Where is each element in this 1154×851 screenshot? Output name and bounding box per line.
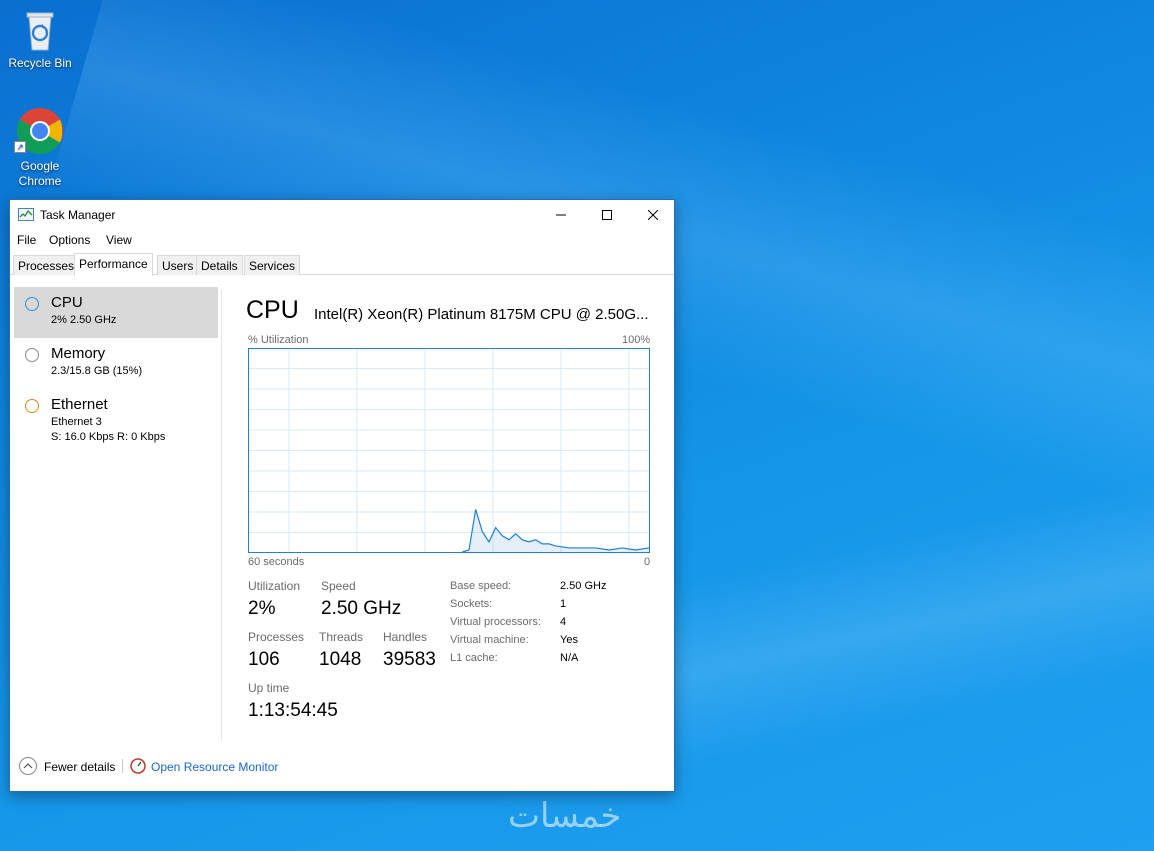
recycle-bin-icon <box>22 8 58 52</box>
threads-label: Threads <box>319 630 364 644</box>
minimize-button[interactable] <box>538 200 584 230</box>
tab-details[interactable]: Details <box>196 255 243 275</box>
tab-processes[interactable]: Processes <box>13 255 80 275</box>
sockets-label: Sockets: <box>450 598 493 610</box>
fewer-details-label: Fewer details <box>44 760 116 774</box>
menu-bar: File Options View <box>10 230 674 250</box>
processes-label: Processes <box>248 630 305 644</box>
chevron-up-circle-icon <box>19 757 37 775</box>
desktop-icon-label-line2: Chrome <box>18 174 62 188</box>
close-button[interactable] <box>630 200 676 230</box>
task-manager-icon <box>18 208 34 221</box>
graph-x-right-label: 0 <box>644 556 651 568</box>
maximize-icon <box>602 210 612 220</box>
footer-bar: Fewer details Open Resource Monitor <box>10 755 674 779</box>
sidebar-item-label: Memory <box>51 345 106 362</box>
graph-y-max-label: 100% <box>622 334 651 346</box>
window-title: Task Manager <box>40 208 116 222</box>
sidebar-item-label: Ethernet <box>51 396 108 413</box>
minimize-icon <box>556 214 566 216</box>
resource-sidebar: CPU 2% 2.50 GHz Memory 2.3/15.8 GB (15%)… <box>14 287 218 449</box>
virtual-machine-label: Virtual machine: <box>450 634 529 646</box>
desktop-icon-google-chrome[interactable]: ↗ Google Chrome <box>5 107 75 189</box>
cpu-utilization-graph <box>248 348 650 553</box>
close-icon <box>648 210 658 220</box>
base-speed-label: Base speed: <box>450 580 512 592</box>
maximize-button[interactable] <box>584 200 630 230</box>
graph-x-left-label: 60 seconds <box>248 556 305 568</box>
sidebar-item-memory[interactable]: Memory 2.3/15.8 GB (15%) <box>14 338 218 389</box>
sidebar-item-detail: Ethernet 3 <box>51 416 102 428</box>
utilization-label: Utilization <box>248 579 301 593</box>
pane-divider[interactable] <box>221 290 222 740</box>
menu-file[interactable]: File <box>17 233 36 247</box>
uptime-label: Up time <box>248 681 290 695</box>
sidebar-item-label: CPU <box>51 294 83 311</box>
footer-separator <box>122 759 123 773</box>
sockets-value: 1 <box>560 598 567 610</box>
sidebar-item-ethernet[interactable]: Ethernet Ethernet 3 S: 16.0 Kbps R: 0 Kb… <box>14 389 218 449</box>
desktop-icon-label: Recycle Bin <box>8 56 72 70</box>
l1-cache-value: N/A <box>560 652 579 664</box>
resource-monitor-icon <box>130 758 146 774</box>
cpu-graph-thumbnail-icon <box>25 297 39 311</box>
uptime-value: 1:13:54:45 <box>248 700 338 721</box>
threads-value: 1048 <box>319 649 362 670</box>
speed-label: Speed <box>321 579 356 593</box>
chrome-icon: ↗ <box>14 107 64 155</box>
virtual-processors-value: 4 <box>560 616 567 628</box>
desktop-icon-label-line1: Google <box>20 159 60 173</box>
fewer-details-button[interactable]: Fewer details <box>10 755 118 779</box>
open-resource-monitor-link[interactable]: Open Resource Monitor <box>151 760 278 774</box>
menu-options[interactable]: Options <box>49 233 90 247</box>
tab-users[interactable]: Users <box>157 255 199 275</box>
sidebar-item-throughput: S: 16.0 Kbps R: 0 Kbps <box>51 431 166 443</box>
handles-value: 39583 <box>383 649 436 670</box>
menu-view[interactable]: View <box>106 233 132 247</box>
graph-y-label: % Utilization <box>248 334 309 346</box>
l1-cache-label: L1 cache: <box>450 652 498 664</box>
page-title: CPU <box>246 296 299 324</box>
ethernet-graph-thumbnail-icon <box>25 399 39 413</box>
tab-strip: Processes Performance Users Details Serv… <box>10 253 674 276</box>
cpu-model-name: Intel(R) Xeon(R) Platinum 8175M CPU @ 2.… <box>314 306 649 323</box>
task-manager-window: Task Manager File Options View Processes… <box>9 199 675 792</box>
virtual-machine-value: Yes <box>560 634 578 646</box>
desktop-icon-recycle-bin[interactable]: Recycle Bin <box>5 8 75 71</box>
shortcut-arrow-icon: ↗ <box>14 141 26 153</box>
sidebar-item-detail: 2% 2.50 GHz <box>51 314 117 326</box>
tab-services[interactable]: Services <box>244 255 301 275</box>
watermark-logo: خمسات <box>508 796 622 836</box>
sidebar-item-detail: 2.3/15.8 GB (15%) <box>51 365 143 377</box>
handles-label: Handles <box>383 630 428 644</box>
title-bar[interactable]: Task Manager <box>10 200 674 230</box>
sidebar-item-cpu[interactable]: CPU 2% 2.50 GHz <box>14 287 218 338</box>
processes-value: 106 <box>248 649 280 670</box>
tab-performance[interactable]: Performance <box>74 253 153 276</box>
base-speed-value: 2.50 GHz <box>560 580 607 592</box>
utilization-value: 2% <box>248 598 276 619</box>
speed-value: 2.50 GHz <box>321 598 402 619</box>
memory-graph-thumbnail-icon <box>25 348 39 362</box>
virtual-processors-label: Virtual processors: <box>450 616 541 628</box>
